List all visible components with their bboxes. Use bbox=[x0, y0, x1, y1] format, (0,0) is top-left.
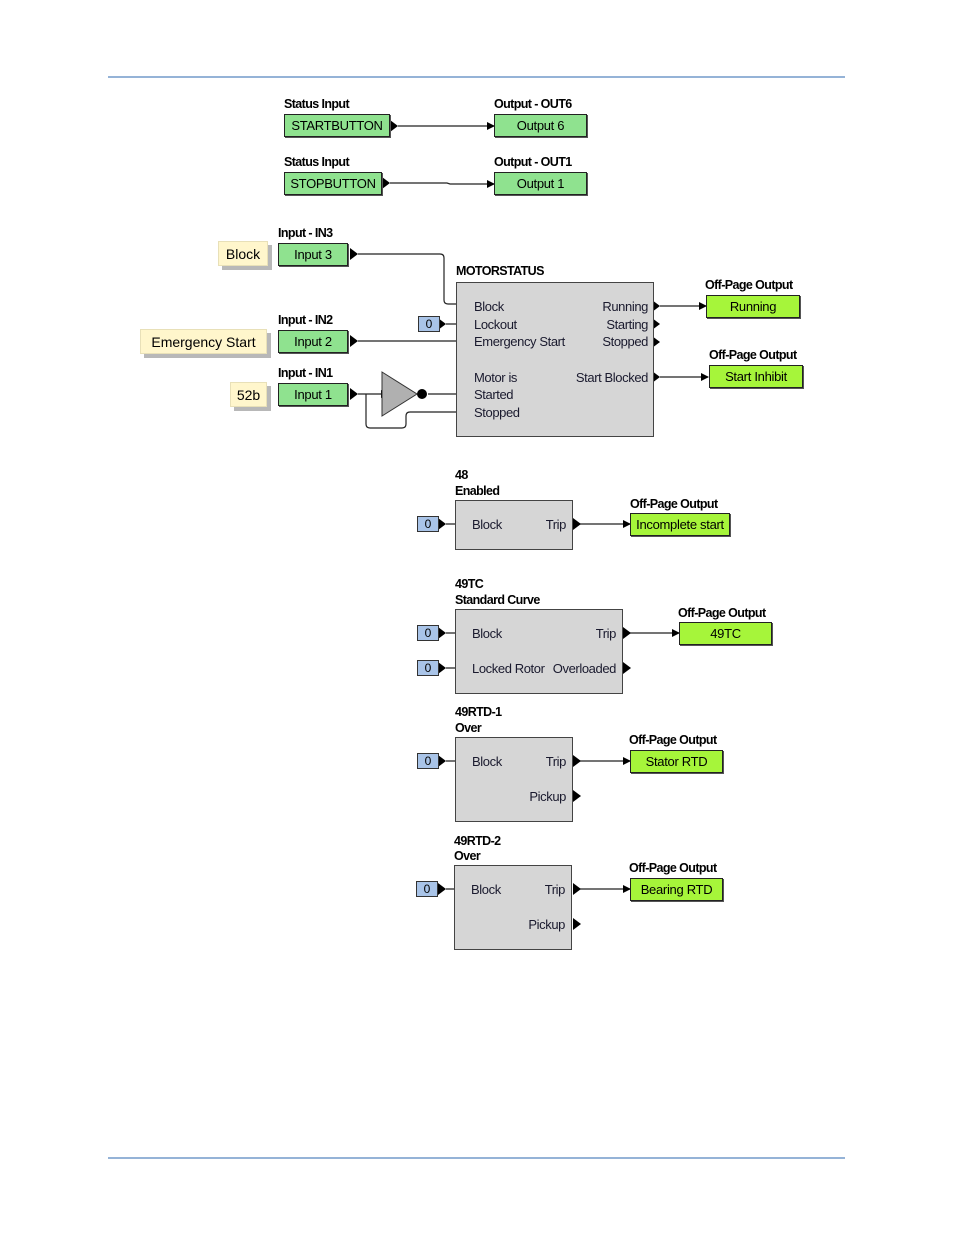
not-gate bbox=[381, 371, 427, 417]
status-input-title-2: Status Input bbox=[284, 155, 350, 169]
offpage-49tc[interactable]: 49TC bbox=[679, 622, 772, 645]
port-running: Running bbox=[602, 299, 648, 314]
block-49rtd1-port-block: Block bbox=[472, 754, 502, 769]
block-48-port-block: Block bbox=[472, 517, 502, 532]
port-stopped-in: Stopped bbox=[474, 405, 520, 420]
block-49rtd2-title: 49RTD-2 bbox=[454, 834, 501, 848]
block-48-subtitle: Enabled bbox=[455, 484, 500, 498]
block-49rtd1-offpage-title: Off-Page Output bbox=[629, 733, 717, 747]
block-49tc[interactable] bbox=[455, 609, 623, 694]
wire-stopbutton bbox=[390, 180, 495, 188]
block-49rtd1-constant[interactable]: 0 bbox=[417, 753, 439, 769]
note-emergency-start: Emergency Start bbox=[140, 329, 267, 354]
port-started: Started bbox=[474, 387, 514, 402]
block-49rtd2-port-pickup: Pickup bbox=[528, 917, 565, 932]
input-in3[interactable]: Input 3 bbox=[278, 243, 348, 266]
offpage-running[interactable]: Running bbox=[706, 295, 800, 318]
port-starting: Starting bbox=[606, 317, 648, 332]
output-title-out6: Output - OUT6 bbox=[494, 97, 572, 111]
output-out6[interactable]: Output 6 bbox=[494, 114, 587, 137]
block-48-port-trip: Trip bbox=[545, 517, 567, 532]
block-49tc-title: 49TC bbox=[455, 577, 484, 591]
offpage-title-running: Off-Page Output bbox=[705, 278, 793, 292]
port-start-blocked: Start Blocked bbox=[575, 370, 649, 385]
block-48-offpage-title: Off-Page Output bbox=[630, 497, 718, 511]
wire-in1-bypass bbox=[365, 394, 467, 429]
port-emergency-start: Emergency Start bbox=[474, 334, 565, 349]
input-in2[interactable]: Input 2 bbox=[278, 330, 348, 353]
offpage-title-start-inhibit: Off-Page Output bbox=[709, 348, 797, 362]
output-out1[interactable]: Output 1 bbox=[494, 172, 587, 195]
input-in1[interactable]: Input 1 bbox=[278, 383, 348, 406]
block-49tc-offpage-title: Off-Page Output bbox=[678, 606, 766, 620]
note-52b: 52b bbox=[230, 382, 267, 407]
offpage-incomplete-start[interactable]: Incomplete start bbox=[630, 513, 730, 536]
block-49rtd2-port-block: Block bbox=[471, 882, 501, 897]
note-block: Block bbox=[218, 241, 268, 266]
port-stopped-out: Stopped bbox=[602, 334, 648, 349]
block-48-title: 48 bbox=[455, 468, 468, 482]
wire-in3 bbox=[358, 253, 467, 308]
block-49tc-port-block: Block bbox=[472, 626, 502, 641]
output-title-out1: Output - OUT1 bbox=[494, 155, 572, 169]
status-input-stopbutton[interactable]: STOPBUTTON bbox=[284, 172, 382, 195]
port-lockout: Lockout bbox=[474, 317, 517, 332]
block-49tc-port-trip: Trip bbox=[595, 626, 617, 641]
block-49rtd2-offpage-title: Off-Page Output bbox=[629, 861, 717, 875]
block-49rtd1-title: 49RTD-1 bbox=[455, 705, 502, 719]
block-49rtd2-port-trip: Trip bbox=[544, 882, 566, 897]
block-49rtd2-constant[interactable]: 0 bbox=[416, 881, 438, 897]
port-block: Block bbox=[474, 299, 504, 314]
offpage-start-inhibit[interactable]: Start Inhibit bbox=[709, 365, 803, 388]
block-49rtd1-port-trip: Trip bbox=[545, 754, 567, 769]
block-48-constant[interactable]: 0 bbox=[417, 516, 439, 532]
block-49tc-port-overloaded: Overloaded bbox=[552, 661, 617, 676]
block-49tc-subtitle: Standard Curve bbox=[455, 593, 540, 607]
offpage-bearing-rtd[interactable]: Bearing RTD bbox=[630, 878, 723, 901]
status-input-title-1: Status Input bbox=[284, 97, 350, 111]
status-input-startbutton[interactable]: STARTBUTTON bbox=[284, 114, 390, 137]
block-49rtd-1[interactable] bbox=[455, 737, 573, 822]
block-49tc-constant-1[interactable]: 0 bbox=[417, 625, 439, 641]
block-49rtd1-subtitle: Over bbox=[455, 721, 482, 735]
input-title-in1: Input - IN1 bbox=[278, 366, 333, 380]
block-49rtd2-subtitle: Over bbox=[454, 849, 481, 863]
port-motor-is: Motor is bbox=[474, 370, 518, 385]
offpage-stator-rtd[interactable]: Stator RTD bbox=[630, 750, 723, 773]
block-49rtd1-port-pickup: Pickup bbox=[529, 789, 566, 804]
input-title-in2: Input - IN2 bbox=[278, 313, 333, 327]
block-49tc-port-locked-rotor: Locked Rotor bbox=[472, 661, 545, 676]
block-49tc-constant-2[interactable]: 0 bbox=[417, 660, 439, 676]
input-title-in3: Input - IN3 bbox=[278, 226, 333, 240]
lockout-constant[interactable]: 0 bbox=[418, 316, 440, 332]
block-49rtd-2[interactable] bbox=[454, 865, 572, 950]
motorstatus-title: MOTORSTATUS bbox=[456, 264, 544, 278]
